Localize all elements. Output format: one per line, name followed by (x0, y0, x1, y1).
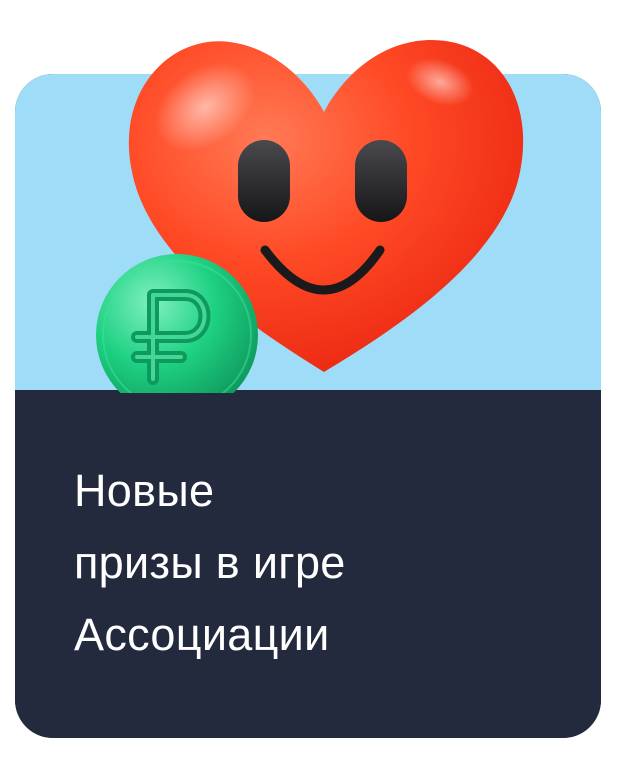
heart-right-eye (355, 140, 407, 222)
ruble-coin-icon (93, 253, 261, 393)
promo-banner-stage: Новые призы в игре Ассоциации (0, 0, 619, 772)
headline-line-3: Ассоциации (74, 609, 330, 660)
promo-headline: Новые призы в игре Ассоциации (74, 455, 574, 671)
headline-line-1: Новые (74, 465, 215, 516)
headline-line-2: призы в игре (74, 537, 346, 588)
heart-left-eye (238, 140, 290, 222)
